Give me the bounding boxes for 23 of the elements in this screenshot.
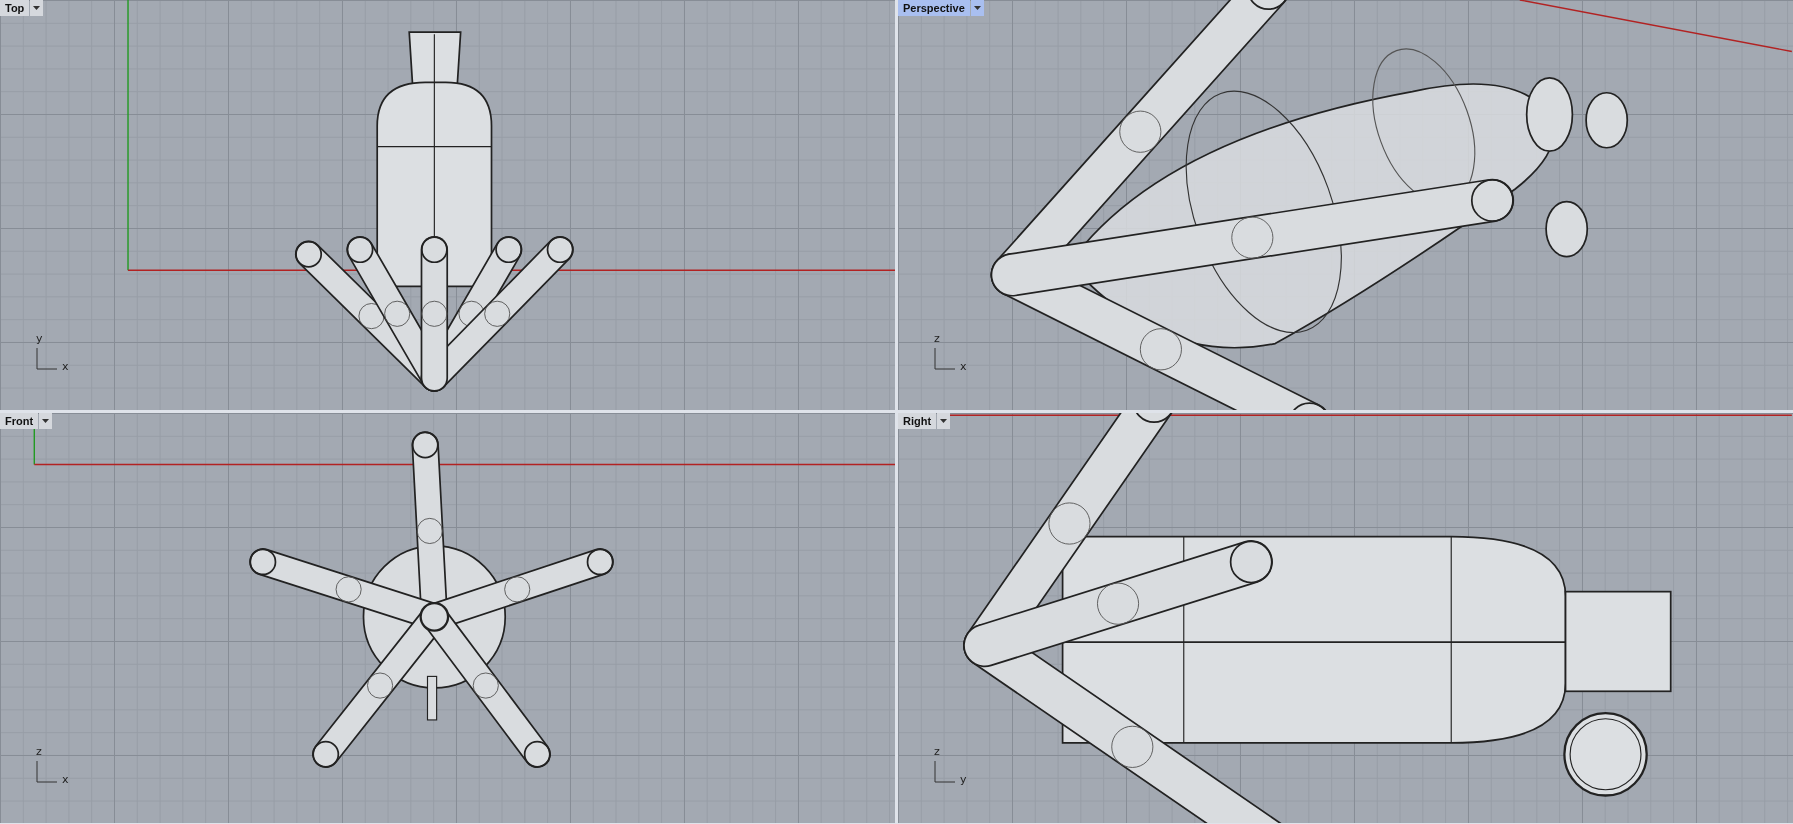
axis-label: z xyxy=(934,332,940,345)
axis-label: x xyxy=(62,773,69,786)
caret-icon xyxy=(940,419,948,423)
axis-label: z xyxy=(934,745,940,758)
viewport-tab[interactable]: Front xyxy=(0,413,39,429)
axis-tripod-icon xyxy=(36,348,58,370)
viewport-menu-button[interactable] xyxy=(39,413,53,429)
axis-label: x xyxy=(960,360,967,373)
viewport-menu-button[interactable] xyxy=(937,413,951,429)
caret-icon xyxy=(33,6,41,10)
axis-tripod-icon xyxy=(36,761,58,783)
axis-label: y xyxy=(36,332,43,345)
axis-tripod-icon xyxy=(934,348,956,370)
axis-label: y xyxy=(960,773,967,786)
axis-label: x xyxy=(62,360,69,373)
viewport-tab[interactable]: Perspective xyxy=(898,0,970,16)
viewport-tab[interactable]: Right xyxy=(898,413,937,429)
caret-icon xyxy=(973,6,981,10)
caret-icon xyxy=(42,419,50,423)
viewport-tab[interactable]: Top xyxy=(0,0,30,16)
viewport-menu-button[interactable] xyxy=(30,0,44,16)
axis-tripod-icon xyxy=(934,761,956,783)
axis-label: z xyxy=(36,745,42,758)
